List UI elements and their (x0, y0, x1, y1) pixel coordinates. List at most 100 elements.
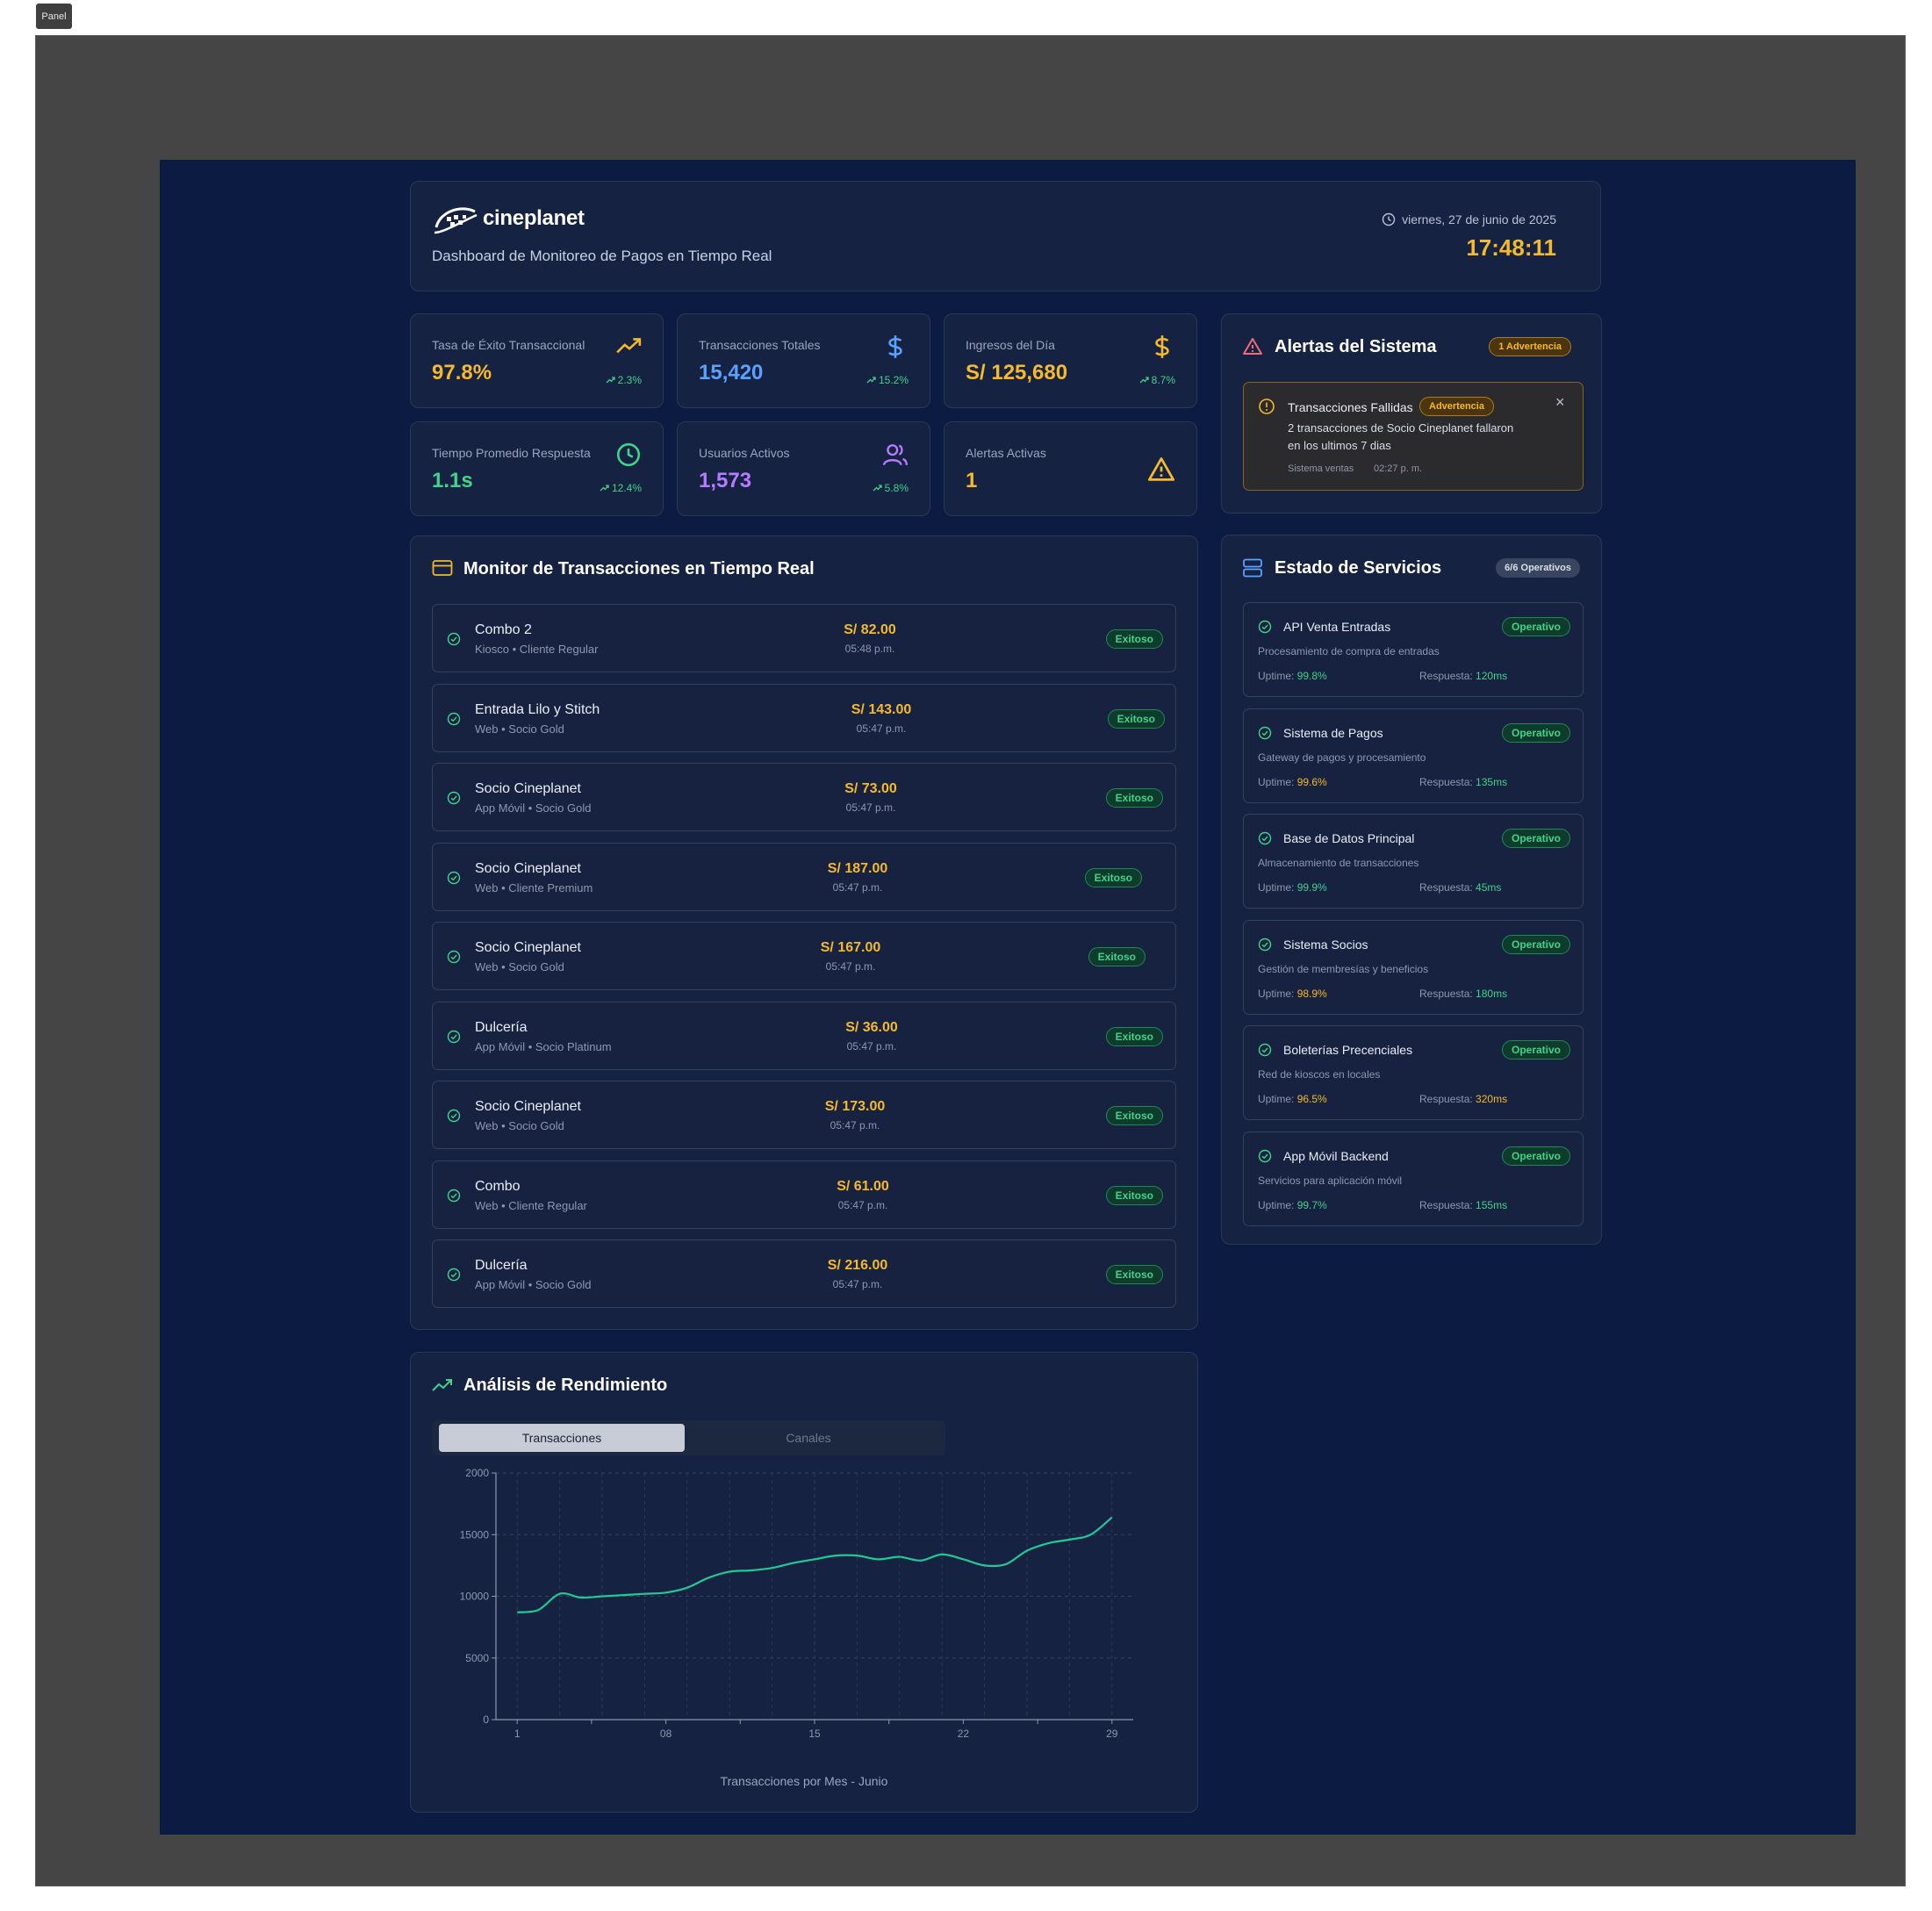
transaction-row[interactable]: Socio Cineplanet Web • Socio Gold S/ 167.0… (432, 922, 1176, 990)
frame: cineplanet Dashboard de Monitoreo de Pag… (35, 35, 1906, 1886)
clock-icon (1382, 212, 1396, 226)
transaction-meta: App Móvil • Socio Gold (475, 1278, 592, 1291)
stat-card: Usuarios Activos 1,573 5.8% (677, 421, 930, 516)
uptime-label: Uptime: (1258, 1093, 1295, 1105)
stat-label: Usuarios Activos (699, 446, 790, 460)
services-card: Estado de Servicios 6/6 Operativos API V… (1221, 535, 1602, 1245)
service-description: Gateway de pagos y procesamiento (1258, 751, 1426, 764)
service-status-badge: Operativo (1501, 722, 1570, 743)
stat-value: S/ 125,680 (966, 361, 1068, 384)
stat-value: 97.8% (432, 361, 492, 384)
service-status-badge: Operativo (1501, 617, 1570, 636)
transaction-time: 05:47 p.m. (846, 1039, 897, 1052)
check-circle-icon (447, 950, 461, 964)
tab-transacciones[interactable]: Transacciones (439, 1424, 685, 1452)
status-badge: Exitoso (1105, 1265, 1163, 1284)
header-card: cineplanet Dashboard de Monitoreo de Pag… (410, 181, 1601, 291)
x-tick-label: 08 (660, 1728, 672, 1740)
alert-item-title: Transacciones Fallidas (1288, 400, 1413, 414)
transaction-row[interactable]: Socio Cineplanet Web • Cliente Premium S/ … (432, 842, 1176, 911)
performance-title: Análisis de Rendimiento (463, 1376, 668, 1395)
x-axis-title: Transacciones por Mes - Junio (721, 1774, 888, 1788)
transaction-meta: Kiosco • Cliente Regular (475, 643, 599, 656)
stat-change-value: 15.2% (878, 374, 909, 386)
service-uptime: Uptime: 98.9% (1258, 988, 1327, 1000)
service-uptime: Uptime: 96.5% (1258, 1093, 1327, 1105)
transaction-row[interactable]: Socio Cineplanet Web • Socio Gold S/ 173.0… (432, 1081, 1176, 1149)
transaction-name: Combo 2 (475, 622, 532, 637)
service-row[interactable]: Boleterías Precenciales Operativo Red de k… (1243, 1025, 1584, 1120)
transaction-row[interactable]: Combo Web • Cliente Regular S/ 61.00 05:47 … (432, 1160, 1176, 1229)
service-response: Respuesta: 180ms (1419, 988, 1507, 1000)
service-name: API Venta Entradas (1283, 620, 1391, 634)
cineplanet-logo-icon (434, 207, 478, 234)
service-description: Procesamiento de compra de entradas (1258, 645, 1440, 657)
service-status-badge: Operativo (1501, 829, 1570, 848)
alerts-card: Alertas del Sistema 1 Advertencia Transa… (1221, 313, 1602, 514)
alert-close-icon[interactable]: × (1555, 393, 1565, 412)
transaction-name: Dulcería (475, 1258, 528, 1273)
status-badge: Exitoso (1088, 947, 1146, 966)
service-description: Gestión de membresías y beneficios (1258, 962, 1429, 975)
transaction-time: 05:47 p.m. (856, 722, 907, 735)
alert-item-tag: Advertencia (1419, 397, 1494, 416)
service-uptime: Uptime: 99.9% (1258, 881, 1327, 894)
transaction-name: Dulcería (475, 1019, 528, 1035)
x-tick-label: 1 (514, 1728, 521, 1740)
transaction-meta: Web • Cliente Regular (475, 1198, 587, 1212)
transaction-row[interactable]: Dulcería App Móvil • Socio Platinum S/ 36.… (432, 1001, 1176, 1070)
response-label: Respuesta: (1419, 775, 1473, 788)
transaction-name: Combo (475, 1178, 521, 1194)
uptime-label: Uptime: (1258, 1198, 1295, 1211)
alert-triangle-icon (1243, 338, 1262, 355)
trending-up-icon (432, 1379, 452, 1391)
stat-change: 12.4% (600, 482, 642, 494)
status-badge: Exitoso (1107, 708, 1165, 729)
services-count-badge: 6/6 Operativos (1496, 558, 1580, 578)
transaction-amount: S/ 36.00 (845, 1019, 898, 1035)
transaction-meta: Web • Socio Gold (475, 722, 564, 736)
status-badge: Exitoso (1105, 1106, 1163, 1125)
monitor-title: Monitor de Transacciones en Tiempo Real (463, 559, 815, 578)
uptime-label: Uptime: (1258, 670, 1295, 682)
current-time: 17:48:11 (1466, 234, 1556, 261)
dollar-icon (882, 334, 909, 364)
stat-card: Alertas Activas 1 (944, 421, 1197, 516)
service-response: Respuesta: 120ms (1419, 670, 1507, 682)
tab-canales[interactable]: Canales (685, 1424, 932, 1452)
stat-change-value: 12.4% (611, 482, 642, 494)
performance-tabs: Transacciones Canales (432, 1420, 945, 1455)
transaction-row[interactable]: Combo 2 Kiosco • Cliente Regular S/ 82.00 0… (432, 604, 1176, 672)
transaction-time: 05:47 p.m. (830, 1119, 880, 1132)
transaction-row[interactable]: Entrada Lilo y Stitch Web • Socio Gold S/ … (432, 683, 1176, 752)
y-tick-label: 0 (483, 1713, 489, 1726)
transaction-amount: S/ 143.00 (851, 701, 912, 717)
transaction-row[interactable]: Socio Cineplanet App Móvil • Socio Gold S/… (432, 763, 1176, 831)
uptime-value: 99.6% (1296, 775, 1327, 788)
service-row[interactable]: API Venta Entradas Operativo Procesamiento… (1243, 602, 1584, 697)
stat-card: Ingresos del Día S/ 125,680 8.7% (944, 313, 1197, 408)
y-tick-label: 5000 (465, 1652, 489, 1664)
service-response: Respuesta: 135ms (1419, 776, 1507, 788)
stat-change-value: 5.8% (884, 482, 909, 494)
stat-change: 15.2% (866, 374, 909, 386)
check-circle-icon (447, 1109, 461, 1123)
service-row[interactable]: App Móvil Backend Operativo Servicios para… (1243, 1131, 1584, 1226)
y-tick-label: 15000 (460, 1528, 490, 1541)
service-name: Sistema de Pagos (1283, 725, 1383, 740)
service-row[interactable]: Sistema Socios Operativo Gestión de membre… (1243, 919, 1584, 1015)
performance-card: Análisis de Rendimiento Transacciones Ca… (410, 1352, 1198, 1813)
service-row[interactable]: Base de Datos Principal Operativo Almacena… (1243, 814, 1584, 909)
users-icon (882, 442, 909, 472)
stat-card: Tasa de Éxito Transaccional 97.8% 2.3% (410, 313, 664, 408)
transaction-amount: S/ 61.00 (837, 1178, 889, 1194)
service-uptime: Uptime: 99.6% (1258, 776, 1327, 788)
transaction-amount: S/ 173.00 (824, 1099, 886, 1114)
transaction-row[interactable]: Dulcería App Móvil • Socio Gold S/ 216.00 0… (432, 1239, 1176, 1308)
transaction-name: Socio Cineplanet (475, 860, 581, 876)
check-circle-icon (1258, 938, 1272, 952)
x-tick-label: 15 (808, 1728, 821, 1740)
service-row[interactable]: Sistema de Pagos Operativo Gateway de pago… (1243, 708, 1584, 803)
check-circle-icon (1258, 726, 1272, 740)
uptime-value: 99.7% (1296, 1198, 1327, 1211)
